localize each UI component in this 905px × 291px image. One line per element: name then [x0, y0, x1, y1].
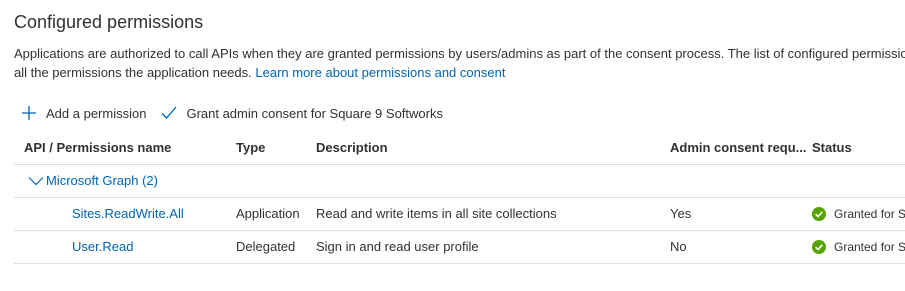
grant-admin-consent-button[interactable]: Grant admin consent for Square 9 Softwor…	[160, 104, 443, 122]
group-row-microsoft-graph[interactable]: Microsoft Graph (2)	[14, 165, 905, 198]
permission-name-cell: User.Read	[24, 231, 234, 263]
description-line-2-text: all the permissions the application need…	[14, 65, 252, 80]
check-circle-icon	[812, 207, 826, 221]
description-cell: Sign in and read user profile	[316, 239, 479, 254]
add-permission-label: Add a permission	[46, 105, 147, 121]
column-header-api-name[interactable]: API / Permissions name	[24, 132, 234, 164]
grant-admin-consent-label: Grant admin consent for Square 9 Softwor…	[186, 105, 443, 121]
configured-permissions-panel: Configured permissions Applications are …	[0, 0, 905, 291]
status-text: Granted for Square 9 Softworks	[834, 207, 905, 221]
permissions-toolbar: Add a permission Grant admin consent for…	[20, 101, 443, 125]
check-circle-icon	[812, 240, 826, 254]
checkmark-icon	[161, 106, 177, 119]
type-cell: Application	[236, 206, 300, 221]
section-title: Configured permissions	[14, 12, 204, 32]
type-cell: Delegated	[236, 239, 296, 254]
plus-icon	[22, 106, 36, 120]
column-header-type[interactable]: Type	[236, 132, 314, 164]
admin-consent-cell: No	[670, 239, 687, 254]
table-header-row: API / Permissions name Type Description …	[14, 132, 905, 165]
column-header-description[interactable]: Description	[316, 132, 668, 164]
column-header-admin-consent[interactable]: Admin consent requ...	[670, 132, 808, 164]
table-row: User.Read Delegated Sign in and read use…	[14, 231, 905, 264]
status-cell: Granted for Square 9 Softworks	[812, 231, 905, 263]
description-cell: Read and write items in all site collect…	[316, 206, 557, 221]
status-cell: Granted for Square 9 Softworks	[812, 198, 905, 230]
status-badge: Granted for Square 9 Softworks	[812, 231, 905, 263]
admin-consent-cell: Yes	[670, 206, 692, 221]
table-row: Sites.ReadWrite.All Application Read and…	[14, 198, 905, 231]
learn-more-link[interactable]: Learn more about permissions and consent	[255, 65, 505, 80]
permission-name-link[interactable]: Sites.ReadWrite.All	[24, 206, 184, 221]
description-line-2: all the permissions the application need…	[14, 63, 905, 82]
permission-name-link[interactable]: User.Read	[24, 239, 133, 254]
status-text: Granted for Square 9 Softworks	[834, 240, 905, 254]
add-permission-button[interactable]: Add a permission	[20, 104, 146, 122]
column-header-status[interactable]: Status	[812, 132, 905, 164]
group-toggle[interactable]: Microsoft Graph (2)	[28, 165, 328, 197]
status-badge: Granted for Square 9 Softworks	[812, 198, 905, 230]
section-description: Applications are authorized to call APIs…	[14, 44, 905, 82]
permissions-table: API / Permissions name Type Description …	[14, 132, 905, 264]
permission-name-cell: Sites.ReadWrite.All	[24, 198, 234, 230]
group-label: Microsoft Graph (2)	[46, 173, 158, 188]
description-line-1: Applications are authorized to call APIs…	[14, 46, 905, 61]
chevron-down-icon	[28, 176, 44, 185]
